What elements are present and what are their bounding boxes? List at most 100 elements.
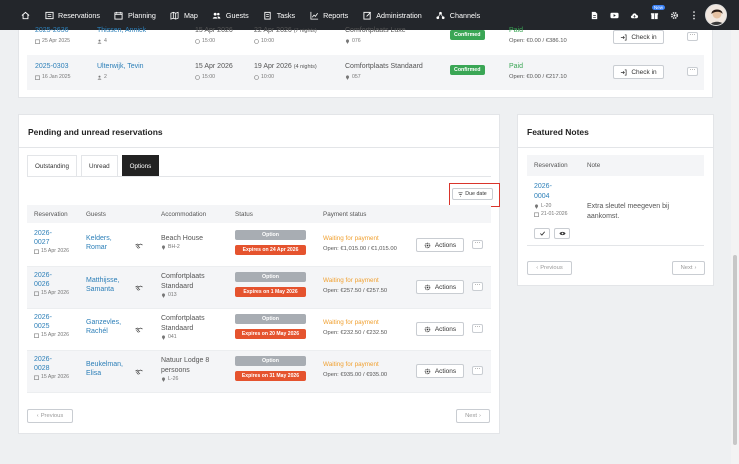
booking-date: 15 Apr 2026 [41, 374, 69, 380]
calendar-icon [35, 75, 40, 80]
nav-guests[interactable]: Guests [205, 10, 256, 20]
guest-name-line1[interactable]: Ganzevles, [86, 319, 121, 326]
place-number: BH-2 [168, 244, 180, 250]
calendar-icon [34, 375, 39, 380]
nav-home[interactable] [0, 10, 37, 20]
reservation-number-line1[interactable]: 2026- [34, 272, 69, 279]
place-number: L-20 [541, 203, 552, 209]
reservation-number[interactable]: 2025-0303 [35, 63, 71, 70]
reservation-number-line2[interactable]: 0025 [34, 323, 69, 330]
nav-label: Guests [225, 10, 249, 20]
option-badge: Option [235, 356, 306, 366]
departure-date: 22 Apr 2026 [254, 27, 292, 34]
accommodation-name-line1: Beach House [161, 235, 204, 242]
expiry-badge: Expires on 1 May 2026 [235, 287, 306, 297]
reservation-number-line1[interactable]: 2026- [34, 314, 69, 321]
more-options-button[interactable]: ··· [472, 366, 483, 375]
nav-reservations[interactable]: Reservations [37, 10, 107, 20]
previous-button[interactable]: ‹ Previous [27, 409, 73, 423]
reservation-number-line2[interactable]: 0028 [34, 365, 69, 372]
nav-map[interactable]: Map [163, 10, 205, 20]
guest-name-line2[interactable]: Rachél [86, 328, 121, 335]
place-number: 076 [352, 38, 361, 44]
col-payment-status: Payment status [323, 211, 367, 218]
location-pin-icon [345, 74, 350, 80]
actions-button[interactable]: Actions [416, 280, 464, 294]
departure-date: 19 Apr 2026 [254, 63, 292, 70]
divider [19, 147, 499, 148]
previous-button[interactable]: ‹ Previous [527, 261, 572, 275]
nav-tasks[interactable]: Tasks [256, 10, 302, 20]
open-amount: Open: €257.50 / €257.50 [323, 288, 388, 294]
user-avatar[interactable] [705, 4, 727, 26]
reservation-number[interactable]: 2025-2636 [35, 27, 70, 34]
tab-outstanding[interactable]: Outstanding [27, 155, 77, 176]
guest-name-line2[interactable]: Romar [86, 244, 112, 251]
video-icon[interactable] [609, 10, 619, 20]
page-scrollbar[interactable] [731, 30, 739, 464]
check-in-label: Check in [631, 68, 657, 76]
nav-channels[interactable]: Channels [429, 10, 487, 20]
more-options-button[interactable]: ··· [687, 32, 698, 41]
col-note: Note [587, 162, 601, 169]
view-note-button[interactable] [554, 228, 570, 239]
settings-gear-icon[interactable] [669, 10, 679, 20]
option-badge: Option [235, 314, 306, 324]
tab-unread[interactable]: Unread [80, 155, 118, 176]
document-icon[interactable] [589, 10, 599, 20]
guest-name[interactable]: Ulterwijk, Tevin [97, 63, 144, 70]
check-in-button[interactable]: Check in [613, 65, 664, 79]
more-options-button[interactable]: ··· [472, 324, 483, 333]
note-reservation: 2026- 0004 L-20 21-01-2026 [534, 183, 568, 217]
more-options-button[interactable]: ··· [687, 67, 698, 76]
guest-name[interactable]: Thissen, Annick [97, 27, 146, 34]
next-button[interactable]: Next › [456, 409, 490, 423]
guest-name-line1[interactable]: Kelders, [86, 235, 112, 242]
expiry-badge: Expires on 24 Apr 2026 [235, 245, 306, 255]
next-label: Next [680, 265, 693, 271]
note-text-line1: Extra sleutel meegeven bij [587, 203, 670, 210]
arrival-date: 15 Apr 2026 [195, 63, 233, 70]
calendar-icon [34, 291, 39, 296]
cloud-download-icon[interactable] [629, 10, 639, 20]
nav-administration[interactable]: Administration [355, 10, 429, 20]
more-options-button[interactable]: ··· [472, 240, 483, 249]
col-reservation: Reservation [34, 211, 68, 218]
guest-name-line2[interactable]: Elisa [86, 370, 123, 377]
gear-icon [424, 284, 431, 290]
users-icon [97, 75, 102, 80]
guest-name-line2[interactable]: Samanta [86, 286, 119, 293]
actions-button[interactable]: Actions [416, 364, 464, 378]
reservation-number-line1[interactable]: 2026- [534, 183, 568, 190]
reservation-number-line2[interactable]: 0027 [34, 239, 69, 246]
more-vertical-icon[interactable]: ⋮ [689, 10, 699, 20]
more-options-button[interactable]: ··· [472, 282, 483, 291]
reservation-number-line2[interactable]: 0004 [534, 193, 568, 200]
mark-done-button[interactable] [534, 228, 550, 239]
scroll-thumb[interactable] [733, 255, 737, 445]
next-button[interactable]: Next › [672, 261, 705, 275]
sign-in-icon [621, 34, 627, 40]
calendar-icon [34, 333, 39, 338]
check-in-button[interactable]: Check in [613, 30, 664, 44]
guest-name-line1[interactable]: Matthijsse, [86, 277, 119, 284]
gift-icon[interactable]: New [649, 5, 666, 20]
reservation-number-line1[interactable]: 2026- [34, 356, 69, 363]
status-badge: Confirmed [450, 30, 485, 40]
reservation-number-line2[interactable]: 0026 [34, 281, 69, 288]
check-icon [539, 231, 545, 236]
nav-planning[interactable]: Planning [107, 10, 163, 20]
calendar-icon [34, 249, 39, 254]
accommodation-name-line2: Standaard [161, 325, 194, 332]
table-header: Reservation Note [527, 155, 704, 176]
actions-button[interactable]: Actions [416, 238, 464, 252]
reservation-number-line1[interactable]: 2026- [34, 230, 69, 237]
tab-options[interactable]: Options [121, 155, 160, 176]
users-icon [97, 39, 102, 44]
guest-name-line1[interactable]: Beukelman, [86, 361, 123, 368]
col-reservation: Reservation [534, 162, 568, 169]
arrival-time: 15:00 [202, 38, 215, 44]
due-date-sort-button[interactable]: Due date [452, 188, 493, 200]
actions-button[interactable]: Actions [416, 322, 464, 336]
nav-reports[interactable]: Reports [302, 10, 355, 20]
